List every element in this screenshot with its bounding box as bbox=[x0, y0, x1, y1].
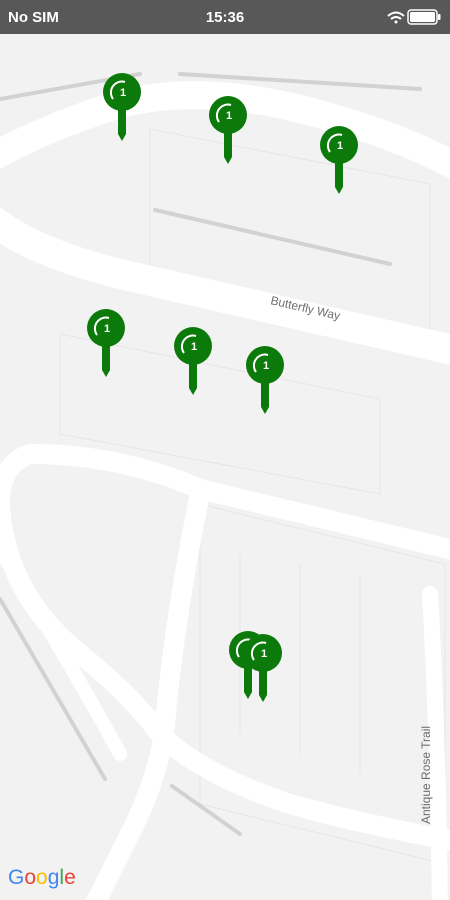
pin-count-label: 1 bbox=[104, 323, 110, 335]
google-logo-letter: e bbox=[64, 866, 76, 889]
status-bar: No SIM 15:36 bbox=[0, 0, 450, 34]
google-logo-letter: o bbox=[36, 866, 48, 889]
pin-count-label: 1 bbox=[191, 341, 197, 353]
google-logo-letter: g bbox=[47, 866, 60, 889]
google-logo-letter: o bbox=[24, 866, 37, 889]
pin-count-label: 1 bbox=[263, 360, 269, 372]
battery-icon bbox=[407, 9, 441, 25]
clock: 15:36 bbox=[205, 9, 245, 26]
status-icons bbox=[386, 7, 442, 27]
pin-count-label: 1 bbox=[261, 648, 267, 660]
map-view[interactable]: Butterfly Way Antique Rose Trail 1111111… bbox=[0, 34, 450, 900]
pin-count-label: 1 bbox=[120, 87, 126, 99]
google-logo-letter: G bbox=[8, 866, 25, 889]
street-label-antique-rose-trail: Antique Rose Trail bbox=[419, 726, 433, 824]
pin-count-label: 1 bbox=[337, 140, 343, 152]
pin-count-label: 1 bbox=[226, 110, 232, 122]
google-logo: Google bbox=[8, 866, 76, 890]
wifi-icon bbox=[387, 11, 405, 24]
